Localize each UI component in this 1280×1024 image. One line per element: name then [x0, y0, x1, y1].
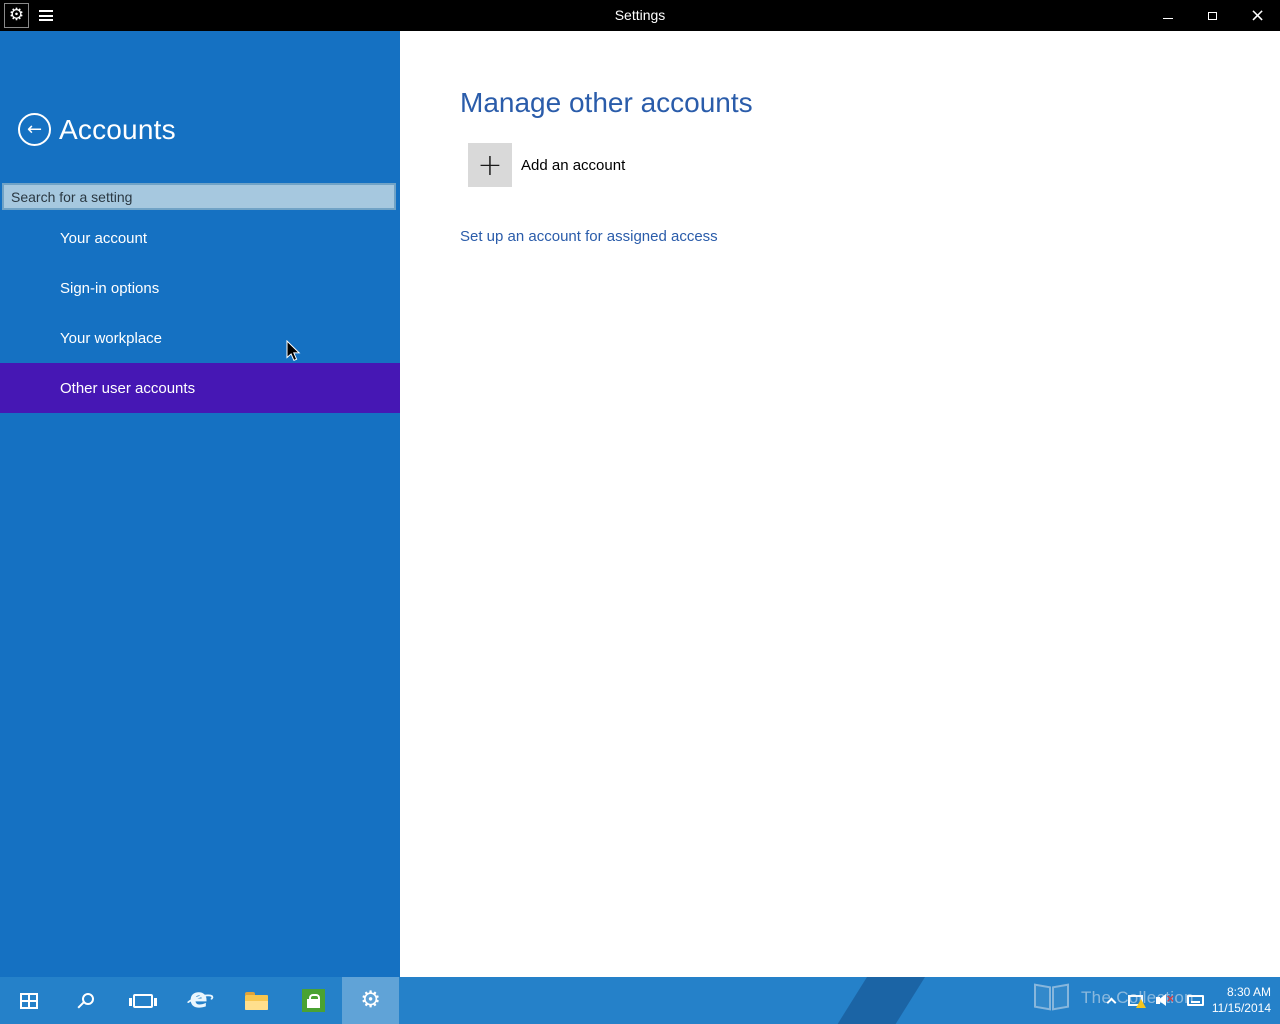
search-input[interactable] — [2, 183, 396, 210]
sidebar-item-your-workplace[interactable]: Your workplace — [0, 313, 400, 363]
taskbar-clock[interactable]: 8:30 AM 11/15/2014 — [1212, 984, 1271, 1016]
sidebar-nav: Your account Sign-in options Your workpl… — [0, 213, 400, 413]
watermark-logo-icon — [1032, 982, 1072, 1014]
add-account-button[interactable]: + Add an account — [468, 143, 625, 187]
settings-taskbar-button[interactable]: ⚙ — [342, 977, 399, 1024]
minimize-icon — [1162, 18, 1173, 19]
window-controls: × — [1145, 0, 1280, 31]
touch-keyboard-icon[interactable] — [1187, 995, 1204, 1006]
store-icon — [302, 989, 325, 1012]
search-button[interactable] — [57, 977, 114, 1024]
clock-date: 11/15/2014 — [1211, 1001, 1271, 1015]
clock-time: 8:30 AM — [1226, 985, 1271, 999]
back-arrow-icon: ← — [26, 119, 43, 140]
taskbar-buttons: e ⚙ — [0, 977, 399, 1024]
titlebar: ⚙ Settings × — [0, 0, 1280, 31]
main-content: Manage other accounts + Add an account S… — [400, 31, 1280, 977]
sidebar-item-label: Other user accounts — [60, 379, 196, 397]
restore-button[interactable] — [1190, 0, 1235, 31]
internet-explorer-icon: e — [183, 984, 215, 1015]
back-header: ← Accounts — [18, 113, 176, 146]
sidebar-item-label: Your workplace — [60, 329, 163, 347]
sidebar-item-label: Your account — [60, 229, 148, 247]
minimize-button[interactable] — [1145, 0, 1190, 31]
task-view-button[interactable] — [114, 977, 171, 1024]
plus-icon: + — [468, 143, 512, 187]
restore-icon — [1208, 8, 1222, 20]
back-button[interactable]: ← — [18, 113, 51, 146]
sidebar: ← Accounts Your account Sign-in options … — [0, 31, 400, 977]
folder-icon — [245, 992, 268, 1010]
internet-explorer-button[interactable]: e — [171, 977, 228, 1024]
wallpaper-beam — [834, 977, 928, 1024]
sidebar-item-sign-in-options[interactable]: Sign-in options — [0, 263, 400, 313]
taskbar: e ⚙ The Collection × 8:30 AM 11/15/2014 — [0, 977, 1280, 1024]
add-account-label: Add an account — [521, 156, 626, 174]
mute-x-icon: × — [1165, 992, 1175, 1005]
page-title: Accounts — [59, 113, 176, 145]
volume-muted-icon[interactable]: × — [1156, 992, 1175, 1007]
window-title: Settings — [614, 7, 666, 23]
content-title: Manage other accounts — [460, 87, 753, 118]
network-warning-icon[interactable] — [1128, 995, 1146, 1008]
assigned-access-link[interactable]: Set up an account for assigned access — [460, 228, 718, 245]
search-icon — [81, 992, 94, 1005]
system-tray: × — [1106, 977, 1204, 1024]
hidden-icons-chevron-icon[interactable] — [1106, 997, 1117, 1008]
file-explorer-button[interactable] — [228, 977, 285, 1024]
sidebar-item-other-user-accounts[interactable]: Other user accounts — [0, 363, 400, 413]
windows-logo-icon — [19, 992, 38, 1009]
close-button[interactable]: × — [1235, 0, 1280, 31]
sidebar-item-label: Sign-in options — [60, 279, 160, 297]
store-button[interactable] — [285, 977, 342, 1024]
task-view-icon — [128, 993, 157, 1008]
settings-window: ⚙ Settings × ← Accounts Search for a set… — [0, 0, 1280, 1024]
gear-icon: ⚙ — [360, 987, 381, 1013]
start-button[interactable] — [0, 977, 57, 1024]
sidebar-item-your-account[interactable]: Your account — [0, 213, 400, 263]
close-icon: × — [1249, 4, 1266, 26]
